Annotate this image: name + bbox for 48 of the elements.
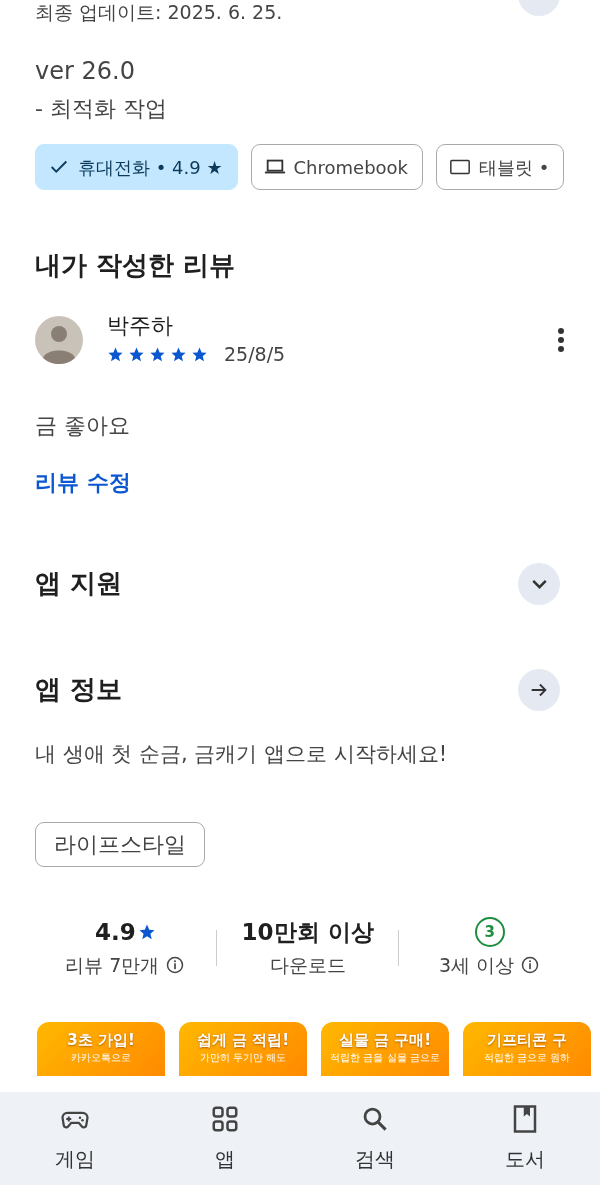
stat-label: 리뷰 7만개 [65,953,160,978]
section-heading: 앱 지원 [35,567,123,600]
update-date: 최종 업데이트: 2025. 6. 25. [35,1,283,23]
chevron-down-icon [531,578,547,589]
star-icon [191,345,208,363]
edit-review-link[interactable]: 리뷰 수정 [35,465,131,499]
screenshot-title: 쉽게 금 적립! [196,1029,290,1050]
more-icon [557,327,565,354]
expand-button[interactable] [518,562,560,605]
info-icon [520,955,541,976]
review-text: 금 좋아요 [35,411,131,440]
screenshot-title: 3초 가입! [67,1029,135,1050]
device-chip[interactable]: 휴대전화 • 4.9 ★ [35,144,238,190]
nav-tab[interactable]: 앱 [150,1092,300,1185]
screenshot-caption: 적립한 금을 실물 금으로 [330,1050,440,1065]
age-rating-badge: 3 [474,917,505,947]
stat-label: 다운로드 [269,953,346,978]
screenshot-caption: 적립한 금으로 원하 [483,1050,571,1065]
category-chip[interactable]: 라이프스타일 [35,822,205,867]
section-heading: 앱 정보 [35,673,123,706]
screenshot-caption: 가만히 두기만 해도 [199,1050,287,1065]
nav-tab[interactable]: 도서 [450,1092,600,1185]
release-notes: - 최적화 작업 [35,95,168,123]
more-button[interactable] [557,327,565,354]
stat-label: 3세 이상 [439,953,515,978]
star-icon [149,345,166,363]
arrow-button[interactable] [518,668,560,711]
version-text: ver 26.0 [35,56,136,86]
review-date: 25/8/5 [224,342,286,367]
star-icon [137,923,156,941]
screenshot-title: 실물 금 구매! [338,1029,432,1050]
star-icon [128,345,145,363]
section-heading: 내가 작성한 리뷰 [35,249,237,282]
stat-value: 10만회 이상 [241,918,374,947]
screenshot-caption: 카카오톡으로 [71,1050,131,1065]
star-icon [107,345,124,363]
star-icon [170,345,187,363]
info-icon [165,955,186,976]
device-chip[interactable]: Chromebook [250,144,424,190]
reviewer-name: 박주하 [107,312,174,340]
apps-icon [210,1104,240,1134]
nav-tab[interactable]: 게임 [0,1092,150,1185]
device-chip[interactable]: 태블릿 • [436,144,565,190]
app-description: 내 생애 첫 순금, 금캐기 앱으로 시작하세요! [35,740,449,768]
avatar [35,316,83,365]
stat-value: 4.9 [94,918,136,947]
screenshot-title: 기프티콘 구 [486,1029,568,1050]
nav-tab[interactable]: 검색 [300,1092,450,1185]
